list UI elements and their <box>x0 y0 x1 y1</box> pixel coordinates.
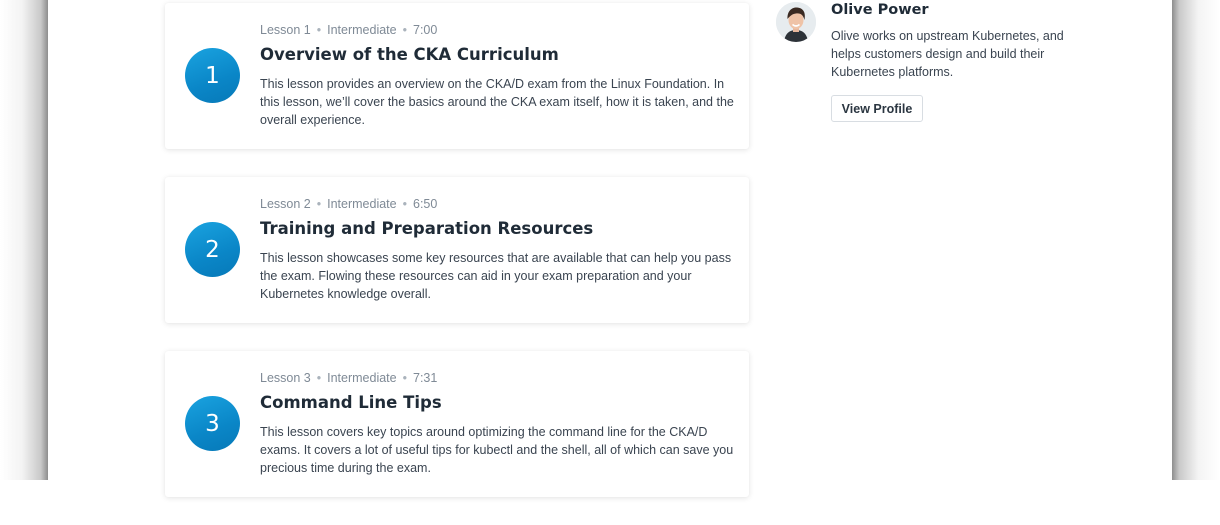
window-shadow-left <box>0 0 48 480</box>
lesson-description: This lesson provides an overview on the … <box>260 77 734 127</box>
lesson-label: Lesson 1 <box>260 23 311 37</box>
lesson-description: This lesson covers key topics around opt… <box>260 425 734 475</box>
lesson-description: This lesson showcases some key resources… <box>260 251 732 301</box>
lesson-number-badge: 3 <box>185 396 240 451</box>
lesson-meta: Lesson 1 • Intermediate • 7:00 <box>260 23 437 37</box>
author-name[interactable]: Olive Power <box>831 2 929 18</box>
lesson-label: Lesson 3 <box>260 371 311 385</box>
lesson-duration: 7:00 <box>413 23 438 37</box>
lesson-card[interactable]: 3 Lesson 3 • Intermediate • 7:31 Command Lin… <box>165 351 749 497</box>
lesson-duration: 7:31 <box>413 371 438 385</box>
lesson-number-badge: 1 <box>185 48 240 103</box>
lesson-card[interactable]: 1 Lesson 1 • Intermediate • 7:00 Overview of… <box>165 3 749 149</box>
lesson-level: Intermediate <box>327 371 397 385</box>
lesson-meta: Lesson 2 • Intermediate • 6:50 <box>260 197 437 211</box>
lesson-title[interactable]: Overview of the CKA Curriculum <box>260 45 559 64</box>
lesson-duration: 6:50 <box>413 197 438 211</box>
course-page: 1 Lesson 1 • Intermediate • 7:00 Overview of… <box>48 0 1172 497</box>
meta-separator: • <box>316 371 322 385</box>
lesson-title[interactable]: Command Line Tips <box>260 393 442 412</box>
lesson-label: Lesson 2 <box>260 197 311 211</box>
lesson-title[interactable]: Training and Preparation Resources <box>260 219 593 238</box>
lesson-level: Intermediate <box>327 197 397 211</box>
meta-separator: • <box>402 197 407 211</box>
person-avatar-icon[interactable] <box>776 2 816 42</box>
view-profile-button[interactable]: View Profile <box>831 95 923 122</box>
meta-separator: • <box>316 197 322 211</box>
lesson-card[interactable]: 2 Lesson 2 • Intermediate • 6:50 Training an… <box>165 177 749 323</box>
lesson-meta: Lesson 3 • Intermediate • 7:31 <box>260 371 437 385</box>
lesson-number-badge: 2 <box>185 222 240 277</box>
meta-separator: • <box>402 23 407 37</box>
author-bio: Olive works on upstream Kubernetes, and … <box>831 29 1064 79</box>
lesson-list: 1 Lesson 1 • Intermediate • 7:00 Overview of… <box>165 3 749 525</box>
lesson-level: Intermediate <box>327 23 397 37</box>
window-shadow-right <box>1172 0 1220 480</box>
meta-separator: • <box>316 23 322 37</box>
author-panel: Olive Power Olive works on upstream Kube… <box>776 0 1066 140</box>
meta-separator: • <box>402 371 407 385</box>
